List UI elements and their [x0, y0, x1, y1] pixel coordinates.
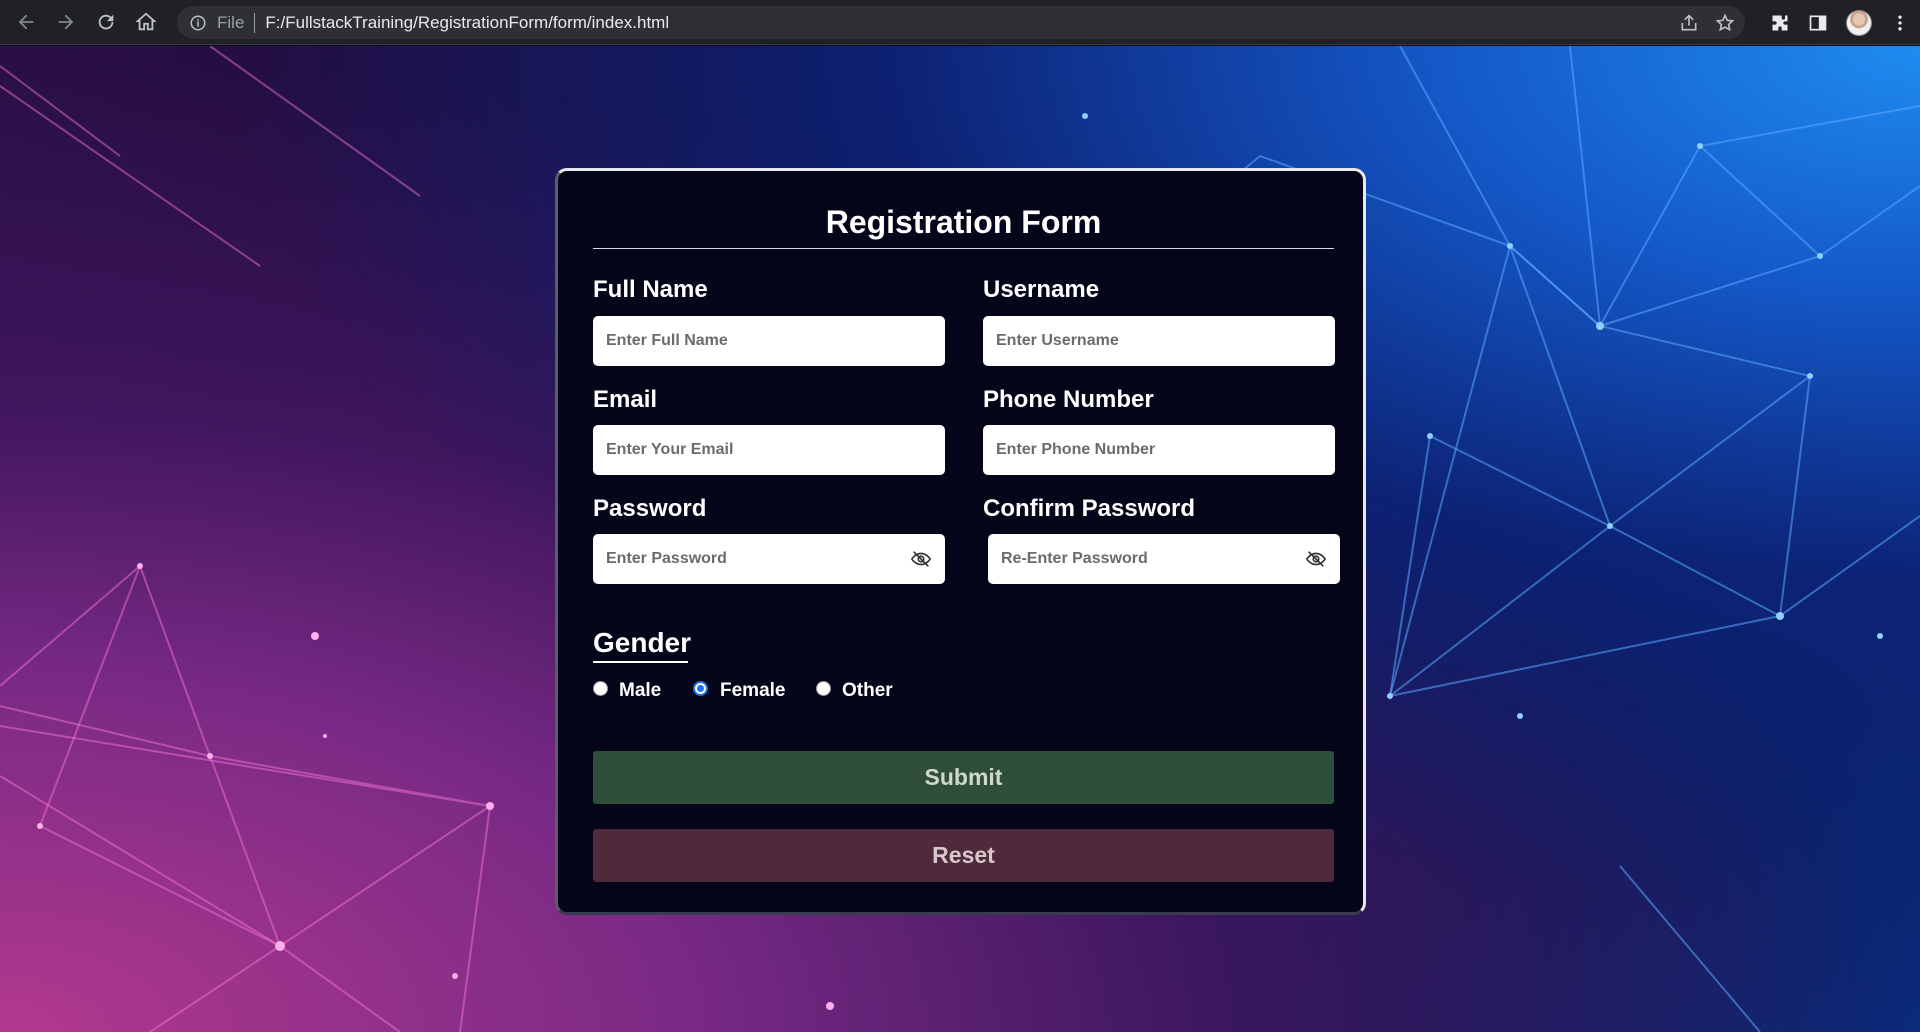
gender-other-radio[interactable]: [816, 681, 831, 696]
gender-title: Gender: [593, 627, 692, 658]
title-divider: [593, 248, 1334, 249]
url-text[interactable]: F:/FullstackTraining/RegistrationForm/fo…: [265, 13, 669, 33]
eye-slash-icon[interactable]: [1305, 548, 1327, 570]
confirm-password-label: Confirm Password: [983, 495, 1196, 522]
profile-avatar[interactable]: [1846, 9, 1872, 36]
email-input[interactable]: [593, 425, 945, 475]
submit-button[interactable]: Submit: [593, 751, 1334, 804]
gender-female-label[interactable]: Female: [720, 680, 785, 702]
more-menu-icon[interactable]: [1890, 13, 1910, 33]
reload-icon: [98, 14, 114, 30]
gender-male-label[interactable]: Male: [619, 680, 661, 702]
password-input[interactable]: [593, 534, 945, 584]
home-icon: [135, 12, 157, 31]
address-bar[interactable]: File F:/FullstackTraining/RegistrationFo…: [177, 6, 1745, 39]
eye-slash-icon[interactable]: [910, 548, 932, 570]
star-icon[interactable]: [1715, 13, 1735, 33]
email-label: Email: [593, 386, 658, 413]
form-title: Registration Form: [825, 204, 1102, 240]
side-panel-icon[interactable]: [1808, 13, 1828, 33]
username-input[interactable]: [983, 316, 1335, 366]
full-name-input[interactable]: [593, 316, 945, 366]
extensions-icon[interactable]: [1770, 13, 1790, 33]
reset-button[interactable]: Reset: [593, 829, 1334, 882]
gender-underline: [593, 661, 688, 663]
arrow-right-icon: [58, 14, 74, 30]
phone-number-label: Phone Number: [983, 386, 1154, 413]
url-separator: [254, 12, 256, 33]
forward-button[interactable]: [46, 2, 86, 42]
registration-form-card: Registration Form Full Name Username Ema…: [555, 168, 1366, 915]
share-icon[interactable]: [1679, 13, 1699, 33]
back-button[interactable]: [6, 2, 46, 42]
page-background: Registration Form Full Name Username Ema…: [0, 46, 1920, 1032]
browser-toolbar: File F:/FullstackTraining/RegistrationFo…: [0, 0, 1920, 45]
gender-other-label[interactable]: Other: [842, 680, 893, 702]
full-name-label: Full Name: [593, 276, 708, 303]
home-button[interactable]: [126, 2, 166, 42]
gender-male-radio[interactable]: [593, 681, 608, 696]
info-icon[interactable]: [189, 14, 207, 32]
password-label: Password: [593, 495, 707, 522]
reload-button[interactable]: [86, 2, 126, 42]
username-label: Username: [983, 276, 1100, 303]
phone-number-input[interactable]: [983, 425, 1335, 475]
confirm-password-input[interactable]: [988, 534, 1340, 584]
omnibox-actions: [1679, 6, 1735, 39]
arrow-left-icon: [18, 14, 34, 30]
url-scheme-label: File: [217, 12, 245, 32]
gender-female-radio[interactable]: [693, 681, 708, 696]
browser-actions: [1770, 0, 1910, 45]
